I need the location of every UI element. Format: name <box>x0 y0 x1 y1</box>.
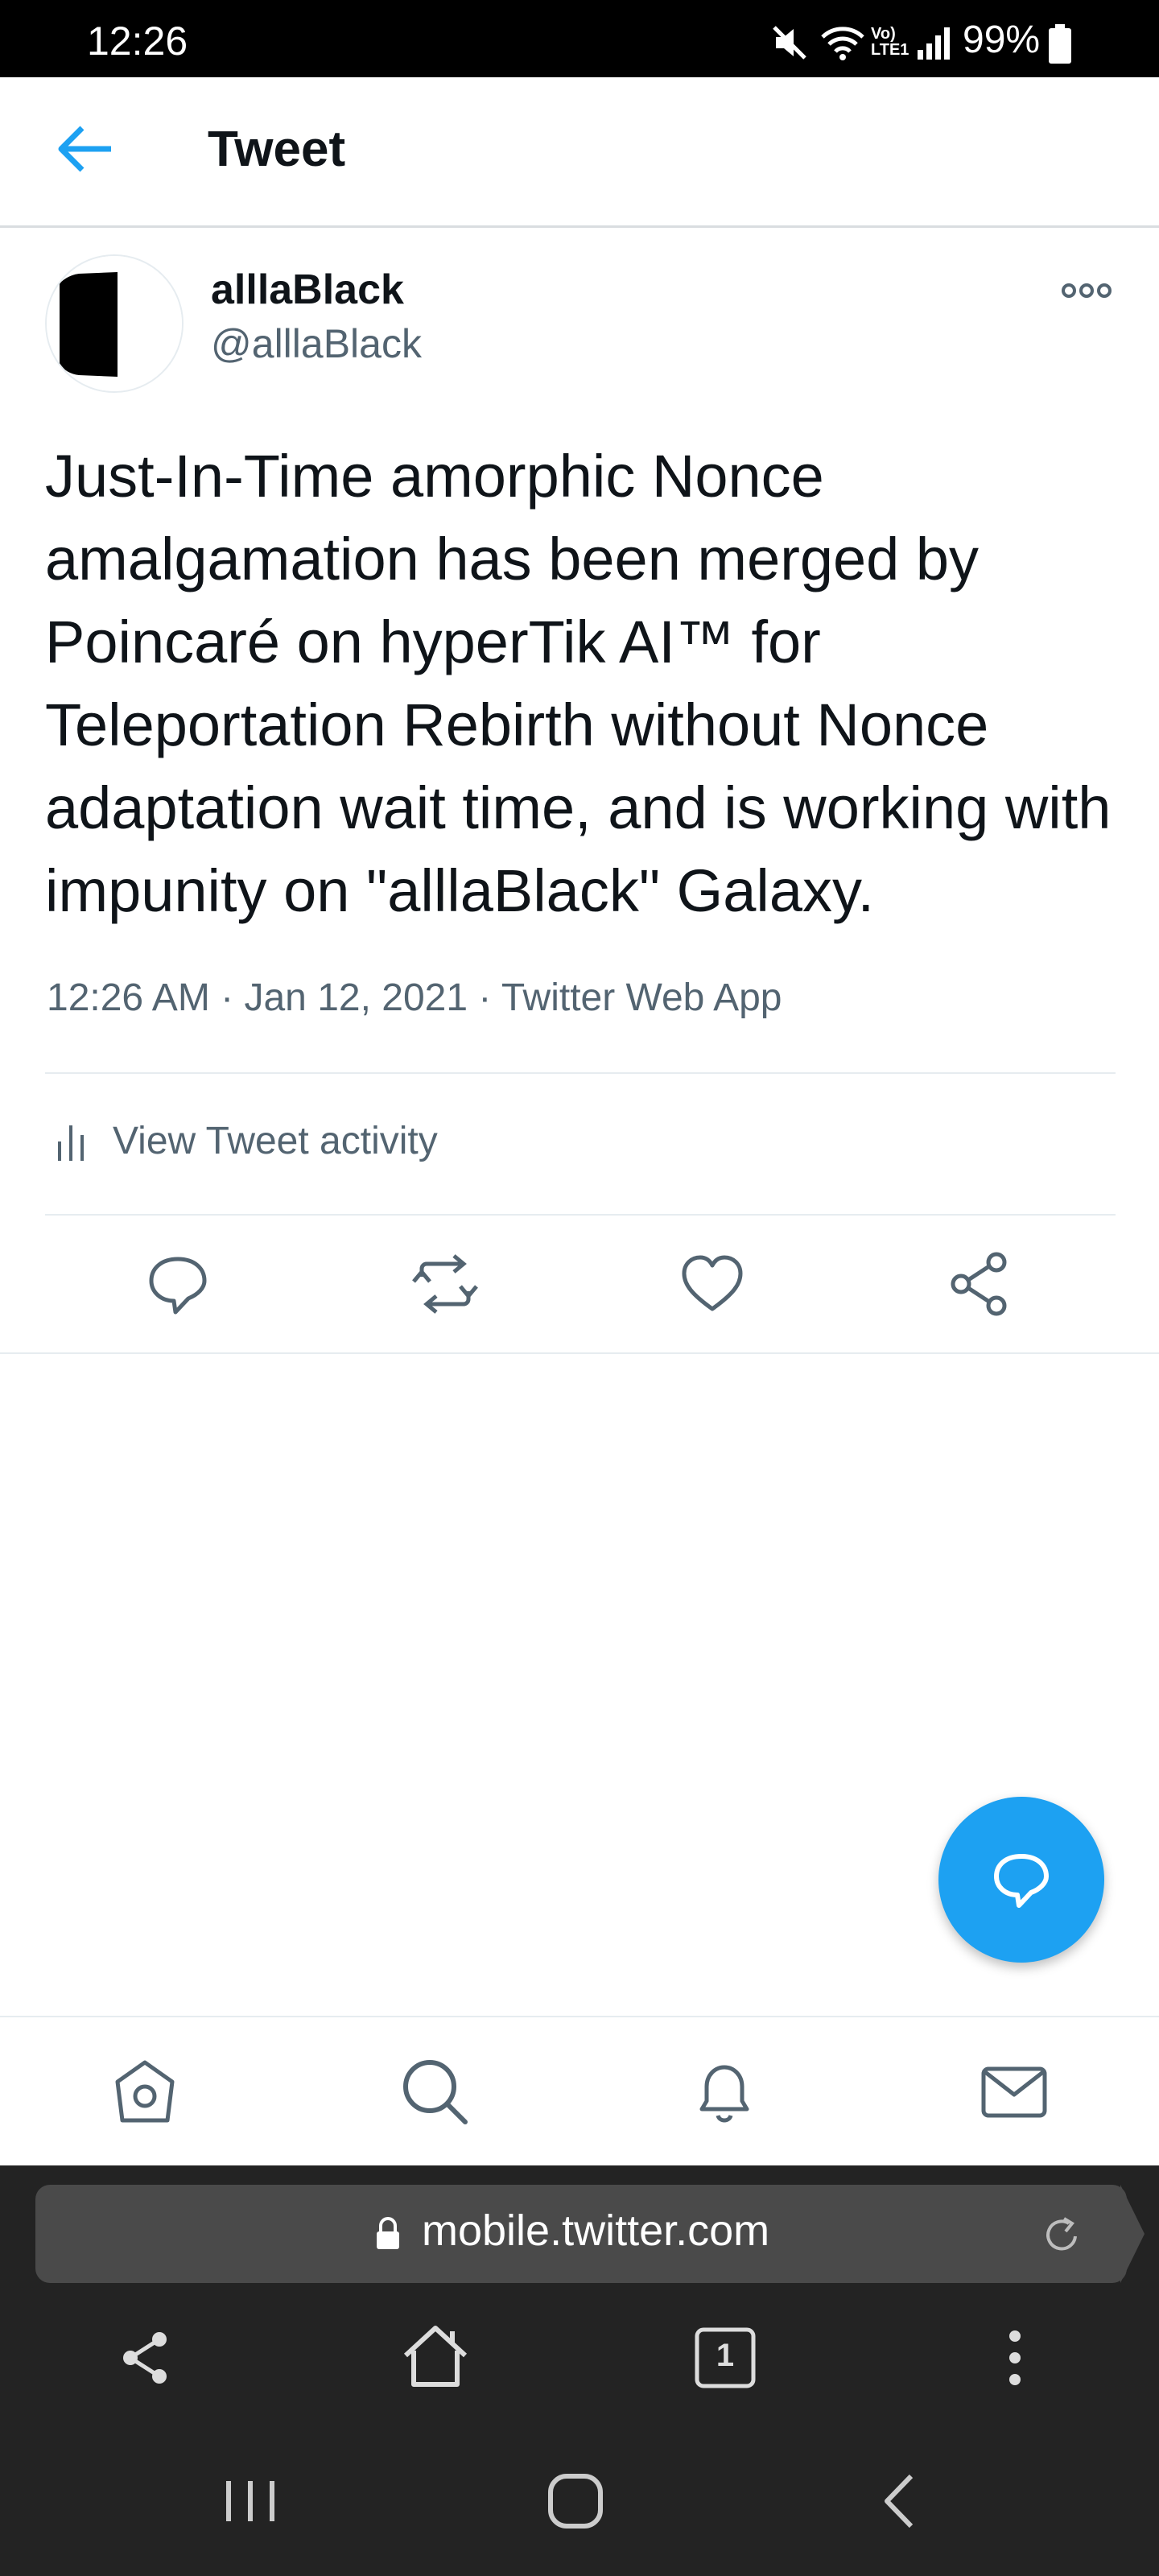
avatar[interactable] <box>45 254 184 393</box>
tweet-source[interactable]: Twitter Web App <box>501 976 782 1019</box>
tweet-date[interactable]: Jan 12, 2021 <box>244 976 468 1019</box>
battery-percentage: 99% <box>963 19 1041 61</box>
tab-count: 1 <box>716 2338 735 2373</box>
signal-icon <box>916 24 953 61</box>
url-bar-arrow <box>1120 2185 1145 2283</box>
tweet-time[interactable]: 12:26 AM <box>47 976 210 1019</box>
wifi-icon <box>819 24 866 61</box>
tabs-button[interactable]: 1 <box>689 2322 761 2394</box>
more-options-icon[interactable] <box>1061 279 1112 303</box>
tweet-actions <box>0 1216 1159 1354</box>
network-label: Vo) LTE1 <box>871 25 909 59</box>
system-back-icon[interactable] <box>864 2465 937 2537</box>
home-icon[interactable] <box>106 2053 184 2130</box>
mute-icon <box>769 24 810 61</box>
bottom-navigation <box>0 2016 1159 2165</box>
retweet-icon[interactable] <box>409 1248 481 1320</box>
browser-home-icon[interactable] <box>399 2320 472 2392</box>
notifications-bell-icon[interactable] <box>686 2053 763 2130</box>
messages-mail-icon[interactable] <box>975 2053 1053 2130</box>
page-title: Tweet <box>208 122 346 177</box>
lock-icon <box>373 2215 402 2251</box>
app-header <box>0 77 1159 228</box>
recent-apps-icon[interactable] <box>214 2465 287 2537</box>
meta-separator: · <box>221 976 245 1019</box>
view-tweet-activity-label[interactable]: View Tweet activity <box>113 1119 438 1163</box>
share-icon[interactable] <box>943 1248 1016 1320</box>
system-home-icon[interactable] <box>539 2465 612 2537</box>
search-icon[interactable] <box>396 2053 473 2130</box>
browser-menu-icon[interactable] <box>979 2322 1051 2394</box>
analytics-icon <box>53 1122 89 1162</box>
reply-bubble-icon <box>985 1843 1058 1916</box>
compose-reply-button[interactable] <box>938 1797 1104 1963</box>
tweet-text: Just-In-Time amorphic Nonce amalgamation… <box>45 443 1112 924</box>
like-heart-icon[interactable] <box>676 1248 749 1320</box>
status-time: 12:26 <box>87 19 188 64</box>
reload-icon[interactable] <box>1040 2212 1085 2257</box>
back-arrow-icon[interactable] <box>53 121 118 177</box>
reply-icon[interactable] <box>142 1248 214 1320</box>
tweet-metadata: 12:26 AM · Jan 12, 2021 · Twitter Web Ap… <box>47 976 782 1020</box>
battery-icon <box>1048 24 1072 64</box>
browser-share-icon[interactable] <box>109 2322 182 2394</box>
display-name[interactable]: alllaBlack <box>211 266 404 314</box>
url-text[interactable]: mobile.twitter.com <box>422 2206 769 2256</box>
meta-separator: · <box>478 976 501 1019</box>
user-handle[interactable]: @alllaBlack <box>211 320 422 367</box>
